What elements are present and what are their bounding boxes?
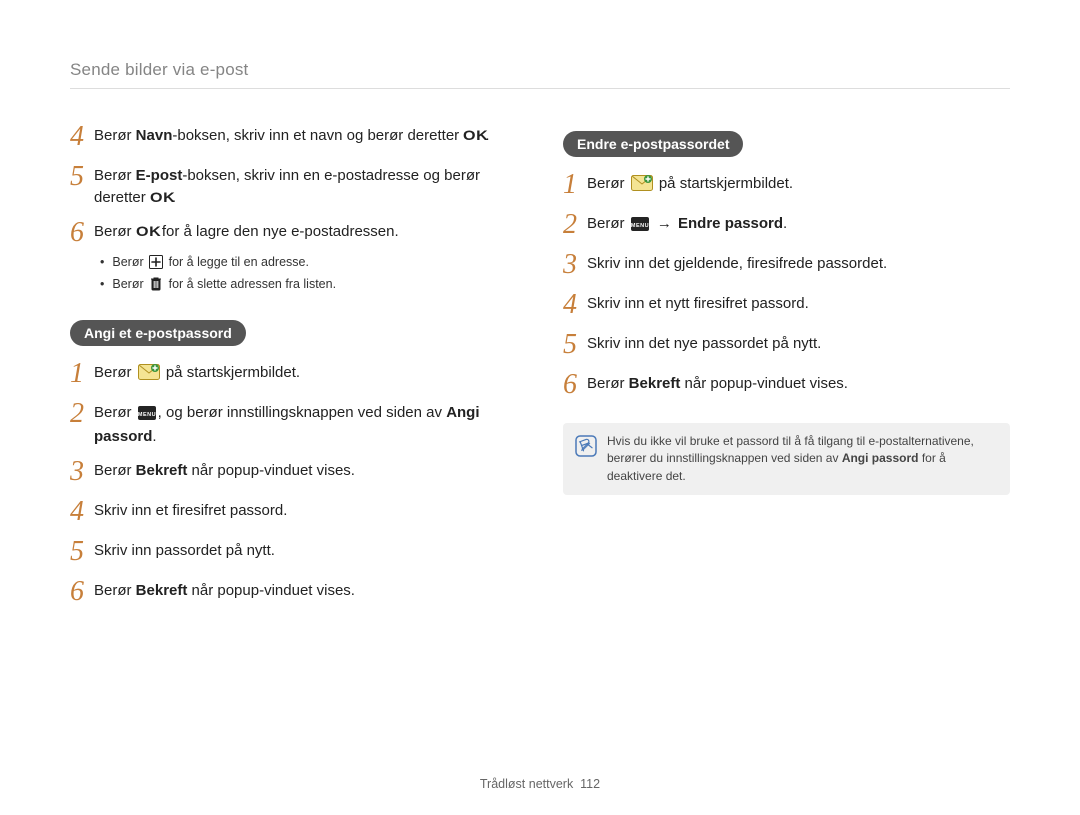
svg-text:MENU: MENU: [138, 411, 156, 417]
step-text: Skriv inn det nye passordet på nytt.: [587, 333, 1010, 355]
step-text: Berør Bekreft når popup-vinduet vises.: [94, 580, 517, 602]
step-number: 6: [70, 578, 94, 606]
step: 5Skriv inn det nye passordet på nytt.: [563, 333, 1010, 361]
sub-item: Berør for å legge til en adresse.: [100, 255, 517, 272]
step-text: Berør Navn-boksen, skriv inn et navn og …: [94, 125, 517, 147]
step: 6Berør Bekreft når popup-vinduet vises.: [563, 373, 1010, 401]
step: 3Skriv inn det gjeldende, firesifrede pa…: [563, 253, 1010, 281]
step: 6Berør OK for å lagre den nye e-postadre…: [70, 221, 517, 249]
step: 4Skriv inn et firesifret passord.: [70, 500, 517, 528]
step: 1Berør på startskjermbildet.: [70, 362, 517, 390]
note-icon: [575, 435, 597, 462]
step-number: 5: [70, 538, 94, 566]
step-text: Berør E-post-boksen, skriv inn en e-post…: [94, 165, 517, 209]
step-number: 4: [70, 498, 94, 526]
heading-pill: Endre e-postpassordet: [563, 131, 743, 157]
step-text: Skriv inn passordet på nytt.: [94, 540, 517, 562]
step-number: 6: [563, 371, 587, 399]
menu-icon: MENU: [138, 405, 156, 427]
arrow-icon: →: [655, 213, 674, 235]
step: 5Berør E-post-boksen, skriv inn en e-pos…: [70, 165, 517, 209]
title-rule: [70, 88, 1010, 89]
step-text: Berør MENU → Endre passord.: [587, 213, 1010, 238]
step-text: Berør OK for å lagre den nye e-postadres…: [94, 221, 517, 243]
email-icon: [138, 364, 160, 387]
left-column: 4Berør Navn-boksen, skriv inn et navn og…: [70, 113, 517, 614]
ok-icon: OK: [150, 187, 175, 207]
step-number: 4: [70, 123, 94, 151]
ok-icon: OK: [463, 125, 488, 145]
step-text: Berør på startskjermbildet.: [94, 362, 517, 387]
step-text: Berør MENU, og berør innstillingsknappen…: [94, 402, 517, 449]
plus-icon: [149, 255, 163, 272]
step-number: 2: [563, 211, 587, 239]
note-text: Hvis du ikke vil bruke et passord til å …: [607, 433, 998, 485]
sub-item: Berør for å slette adressen fra listen.: [100, 276, 517, 294]
step: 2Berør MENU, og berør innstillingsknappe…: [70, 402, 517, 449]
step-text: Skriv inn det gjeldende, firesifrede pas…: [587, 253, 1010, 275]
trash-icon: [149, 276, 163, 294]
step-text: Berør Bekreft når popup-vinduet vises.: [587, 373, 1010, 395]
step-number: 6: [70, 219, 94, 247]
step-text: Skriv inn et firesifret passord.: [94, 500, 517, 522]
step-number: 2: [70, 400, 94, 428]
email-icon: [631, 175, 653, 198]
heading-pill: Angi et e-postpassord: [70, 320, 246, 346]
footer-page: 112: [580, 777, 600, 791]
step-number: 3: [70, 458, 94, 486]
step-number: 1: [563, 171, 587, 199]
page-title: Sende bilder via e-post: [70, 60, 1010, 88]
content-columns: 4Berør Navn-boksen, skriv inn et navn og…: [70, 113, 1010, 614]
ok-icon: OK: [136, 221, 161, 241]
step: 2Berør MENU → Endre passord.: [563, 213, 1010, 241]
step-number: 1: [70, 360, 94, 388]
step-number: 5: [70, 163, 94, 191]
step-number: 5: [563, 331, 587, 359]
step: 5Skriv inn passordet på nytt.: [70, 540, 517, 568]
step-number: 4: [563, 291, 587, 319]
footer-section: Trådløst nettverk: [480, 777, 573, 791]
step: 4Skriv inn et nytt firesifret passord.: [563, 293, 1010, 321]
step: 4Berør Navn-boksen, skriv inn et navn og…: [70, 125, 517, 153]
svg-text:MENU: MENU: [631, 223, 649, 229]
sub-list: Berør for å legge til en adresse. Berør f…: [100, 255, 517, 294]
step-text: Berør på startskjermbildet.: [587, 173, 1010, 198]
step-text: Skriv inn et nytt firesifret passord.: [587, 293, 1010, 315]
note-box: Hvis du ikke vil bruke et passord til å …: [563, 423, 1010, 495]
menu-icon: MENU: [631, 216, 649, 238]
step: 6Berør Bekreft når popup-vinduet vises.: [70, 580, 517, 608]
step: 1Berør på startskjermbildet.: [563, 173, 1010, 201]
page-footer: Trådløst nettverk 112: [0, 777, 1080, 791]
step: 3Berør Bekreft når popup-vinduet vises.: [70, 460, 517, 488]
right-column: Endre e-postpassordet 1Berør på startskj…: [563, 113, 1010, 614]
step-text: Berør Bekreft når popup-vinduet vises.: [94, 460, 517, 482]
step-number: 3: [563, 251, 587, 279]
